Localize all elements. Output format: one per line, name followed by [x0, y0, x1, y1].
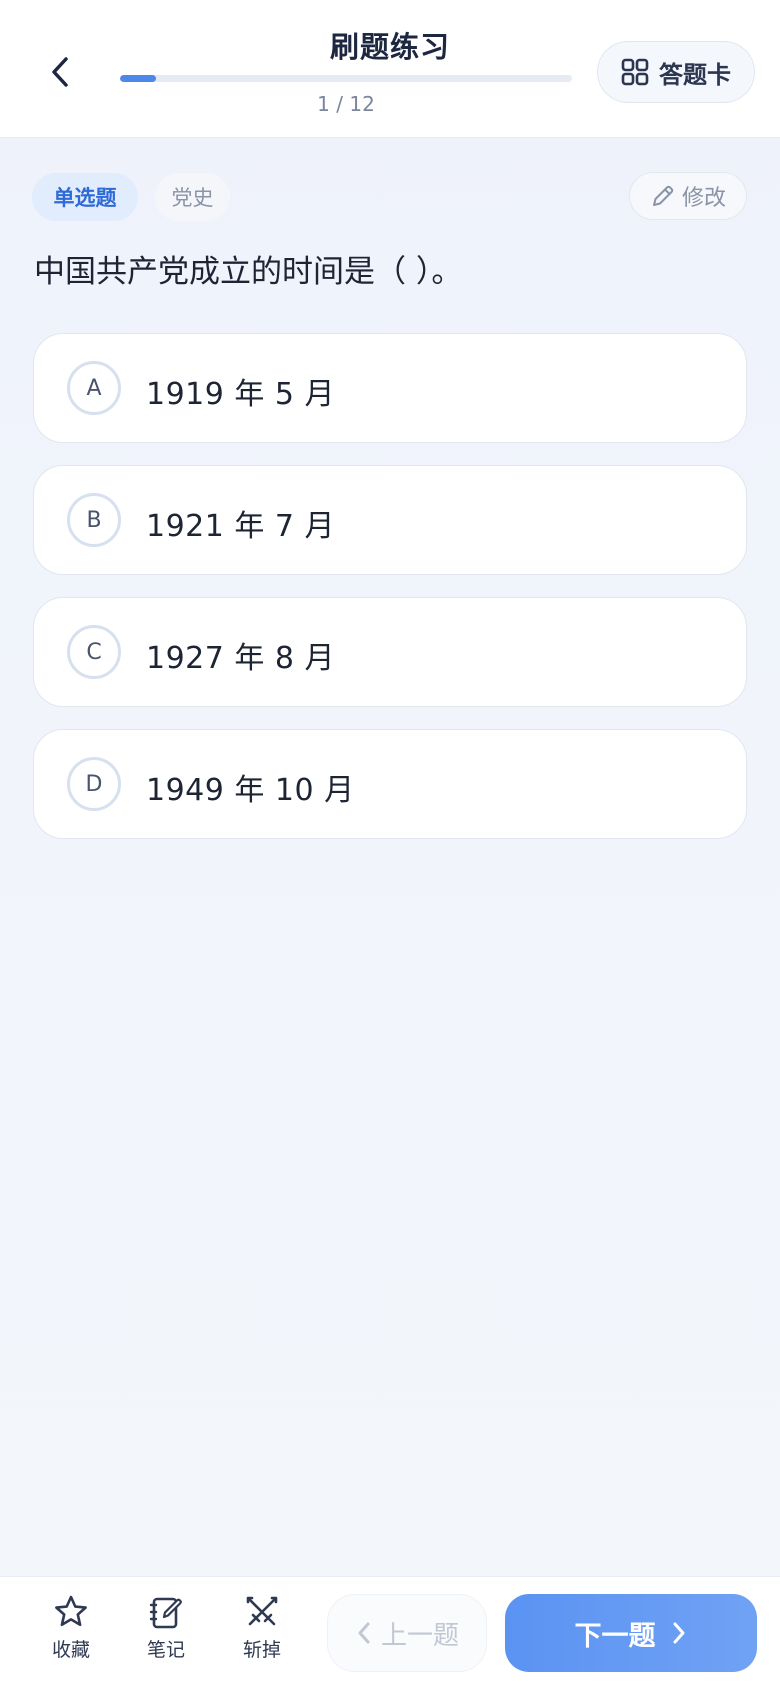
option-text: 1949 年 10 月: [146, 773, 355, 808]
previous-label: 上一题: [380, 1620, 459, 1651]
option-text: 1927 年 8 月: [146, 641, 336, 676]
grid-icon: [621, 58, 649, 86]
answer-card-label: 答题卡: [659, 60, 731, 89]
chevron-left-icon: [358, 1622, 370, 1644]
option-text: 1921 年 7 月: [146, 509, 336, 544]
answer-card-button[interactable]: 答题卡: [597, 41, 755, 103]
favorite-button[interactable]: 收藏: [36, 1593, 106, 1677]
option-c[interactable]: C 1927 年 8 月: [33, 597, 747, 707]
progress-bar: [120, 75, 572, 82]
option-letter: B: [67, 493, 121, 547]
favorite-label: 收藏: [51, 1639, 90, 1661]
bottom-bar: 收藏 笔记 斩掉 上一题 下一题: [0, 1576, 780, 1688]
option-d[interactable]: D 1949 年 10 月: [33, 729, 747, 839]
star-icon: [55, 1595, 87, 1627]
option-letter: C: [67, 625, 121, 679]
next-question-button[interactable]: 下一题: [505, 1594, 757, 1672]
edit-label: 修改: [681, 186, 726, 211]
progress-bar-fill: [120, 75, 157, 82]
quiz-page: 刷题练习 1 / 12 答题卡 单选题 党史 修改 中国共产党成立的时间是（ ）…: [0, 0, 780, 1688]
previous-question-button[interactable]: 上一题: [327, 1594, 487, 1672]
edit-button[interactable]: 修改: [629, 172, 747, 220]
pencil-icon: [652, 185, 674, 206]
notes-label: 笔记: [146, 1639, 185, 1661]
chevron-right-icon: [673, 1622, 684, 1644]
next-label: 下一题: [574, 1620, 656, 1652]
question-type-tag: 单选题: [32, 173, 138, 221]
question-text: 中国共产党成立的时间是（ ）。: [34, 254, 463, 290]
progress-text: 1 / 12: [317, 92, 375, 116]
crossed-swords-icon: [246, 1596, 278, 1626]
option-letter: A: [67, 361, 121, 415]
option-b[interactable]: B 1921 年 7 月: [33, 465, 747, 575]
header: 刷题练习 1 / 12 答题卡: [0, 0, 780, 138]
option-text: 1919 年 5 月: [146, 377, 336, 412]
remove-button[interactable]: 斩掉: [227, 1593, 297, 1677]
remove-label: 斩掉: [242, 1639, 281, 1661]
notes-button[interactable]: 笔记: [131, 1593, 201, 1677]
option-letter: D: [67, 757, 121, 811]
notebook-icon: [149, 1597, 182, 1629]
category-tag: 党史: [155, 173, 230, 221]
option-a[interactable]: A 1919 年 5 月: [33, 333, 747, 443]
